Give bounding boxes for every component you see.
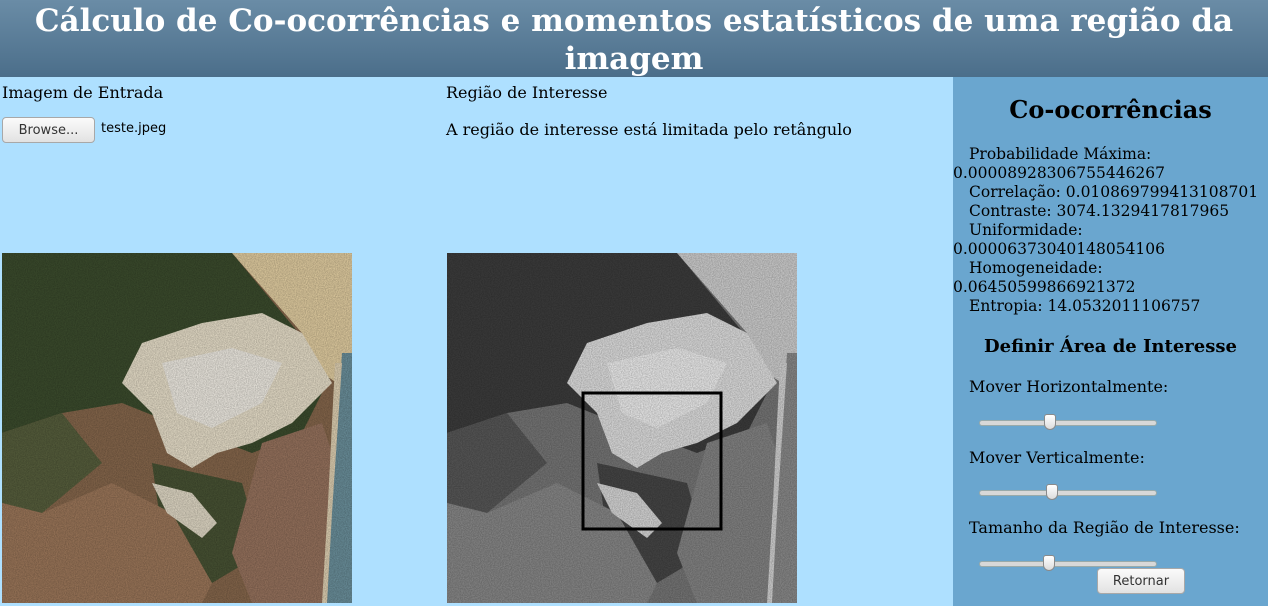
stats-list: Probabilidade Máxima: 0.0000892830675544… [953,145,1268,316]
prob-max-label: Probabilidade Máxima: [969,145,1152,163]
input-image-title: Imagem de Entrada [2,83,164,102]
size-slider-label: Tamanho da Região de Interesse: [969,518,1240,537]
horizontal-slider-thumb[interactable] [1044,414,1057,430]
entropy-value: Entropia: 14.0532011106757 [969,297,1201,315]
homogeneity-label: Homogeneidade: [969,259,1103,277]
size-slider[interactable] [979,555,1157,571]
page-title: Cálculo de Co-ocorrências e momentos est… [34,3,1234,77]
vertical-slider-thumb[interactable] [1046,484,1059,500]
uniformity-value: 0.00006373040148054106 [953,240,1166,258]
contrast-value: Contraste: 3074.1329417817965 [969,202,1230,220]
horizontal-slider-label: Mover Horizontalmente: [969,377,1169,396]
page-header: Cálculo de Co-ocorrências e momentos est… [0,0,1268,77]
vertical-slider[interactable] [979,484,1157,500]
correlation-value: Correlação: 0.010869799413108701 [969,183,1259,201]
file-name-label: teste.jpeg [101,121,167,136]
define-roi-title: Definir Área de Interesse [984,336,1237,357]
vertical-slider-label: Mover Verticalmente: [969,448,1145,467]
input-image [2,253,352,603]
cooccurrence-title: Co-ocorrências [1009,95,1212,124]
homogeneity-value: 0.06450599866921372 [953,278,1136,296]
roi-title: Região de Interesse [446,83,608,102]
horizontal-slider[interactable] [979,414,1157,430]
size-slider-thumb[interactable] [1042,555,1055,571]
browse-button[interactable]: Browse... [2,117,95,143]
prob-max-value: 0.00008928306755446267 [953,164,1166,182]
roi-description: A região de interesse está limitada pelo… [446,120,852,139]
main-area: Imagem de Entrada Browse... teste.jpeg R… [0,77,953,606]
return-button[interactable]: Retornar [1097,568,1185,594]
sidebar: Co-ocorrências Probabilidade Máxima: 0.0… [953,77,1268,606]
uniformity-label: Uniformidade: [969,221,1083,239]
roi-image [447,253,797,603]
